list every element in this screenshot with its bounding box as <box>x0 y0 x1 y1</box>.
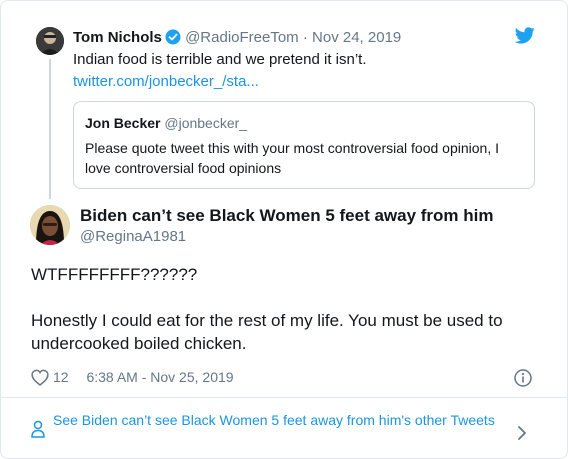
see-other-tweets-link[interactable]: See Biden can’t see Black Women 5 feet a… <box>31 410 523 430</box>
like-count[interactable]: 12 <box>53 369 69 385</box>
quoted-author-name: Jon Becker <box>85 115 161 131</box>
parent-tweet[interactable]: Tom Nichols @RadioFreeTom · Nov 24, 2019… <box>1 1 567 201</box>
author-name[interactable]: Biden can’t see Black Women 5 feet away … <box>80 206 494 226</box>
avatar[interactable] <box>36 27 64 55</box>
author-handle[interactable]: @ReginaA1981 <box>80 228 186 245</box>
quoted-tweet[interactable]: Jon Becker @jonbecker_ Please quote twee… <box>73 101 535 189</box>
divider <box>1 397 567 398</box>
tweet-text: Indian food is terrible and we pretend i… <box>73 51 367 68</box>
quoted-tweet-header: Jon Becker @jonbecker_ <box>85 115 247 131</box>
parent-tweet-header: Tom Nichols @RadioFreeTom · Nov 24, 2019 <box>73 29 401 49</box>
separator: · <box>302 29 308 46</box>
heart-icon[interactable] <box>31 369 49 389</box>
twitter-bird-icon[interactable] <box>514 27 535 49</box>
author-name[interactable]: Tom Nichols <box>73 29 162 46</box>
tweet-footer: 12 6:38 AM - Nov 25, 2019 <box>31 369 234 389</box>
tweet-date[interactable]: Nov 24, 2019 <box>312 29 401 46</box>
quoted-tweet-text: Please quote tweet this with your most c… <box>85 140 499 176</box>
verified-badge-icon <box>165 29 181 49</box>
author-handle[interactable]: @RadioFreeTom <box>185 29 299 46</box>
tweet-link[interactable]: twitter.com/jonbecker_/sta... <box>73 73 259 90</box>
tweet-line: Honestly I could eat for the rest of my … <box>31 311 503 353</box>
tweet-timestamp[interactable]: 6:38 AM - Nov 25, 2019 <box>86 369 233 385</box>
thread-line <box>49 59 51 199</box>
quoted-author-handle: @jonbecker_ <box>164 115 248 131</box>
chevron-right-icon[interactable] <box>517 425 527 446</box>
embedded-tweet-card: Tom Nichols @RadioFreeTom · Nov 24, 2019… <box>0 0 568 459</box>
avatar[interactable] <box>30 205 70 245</box>
tweet-line: WTFFFFFFFF?????? <box>31 265 198 284</box>
info-icon[interactable] <box>514 369 532 392</box>
tweet-text: WTFFFFFFFF?????? Honestly I could eat fo… <box>31 263 546 355</box>
